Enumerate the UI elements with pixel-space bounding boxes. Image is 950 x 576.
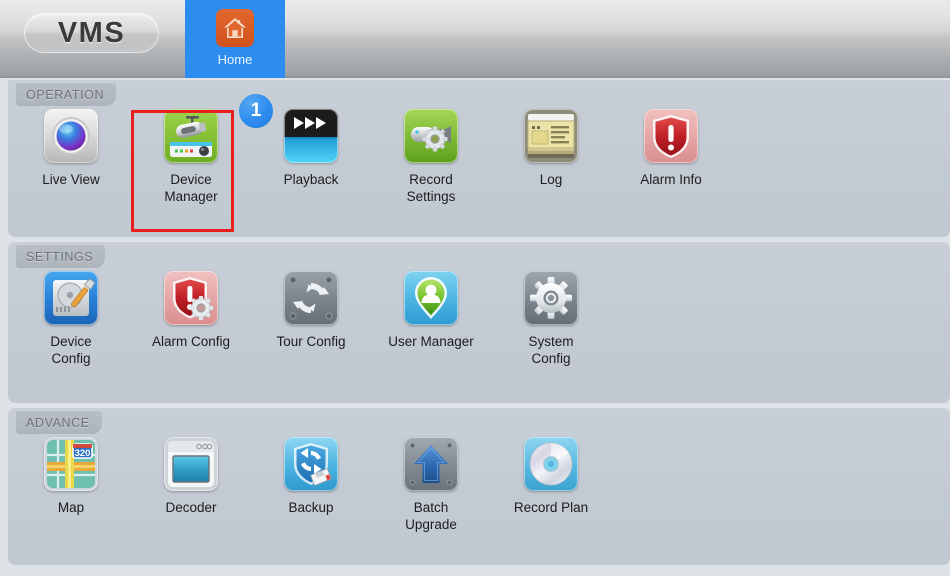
batch-upgrade-icon [404, 437, 458, 491]
app-tile-label: Decoder [165, 499, 216, 516]
app-logo: VMS [24, 13, 159, 53]
backup-icon [284, 437, 338, 491]
app-tile-record-settings[interactable]: Record Settings [376, 109, 486, 205]
app-tile-live-view[interactable]: Live View [16, 109, 126, 188]
app-tile-tour-config[interactable]: Tour Config [256, 271, 366, 350]
app-tile-user-manager[interactable]: User Manager [376, 271, 486, 350]
alarm-config-icon [164, 271, 218, 325]
tab-home-label: Home [218, 52, 253, 67]
app-tile-alarm-config[interactable]: Alarm Config [136, 271, 246, 350]
app-tile-record-plan[interactable]: Record Plan [496, 437, 606, 516]
app-tile-label: Record Plan [514, 499, 588, 516]
app-tile-map[interactable]: 320 Map [16, 437, 126, 516]
decoder-icon [164, 437, 218, 491]
advance-icon-grid: 320 Map [8, 437, 950, 557]
app-tile-system-config[interactable]: System Config [496, 271, 606, 367]
app-tile-label: Device Config [50, 333, 91, 367]
panel-advance: ADVANCE [8, 407, 950, 565]
vms-home-screen: VMS Home OPERATION [0, 0, 950, 576]
app-tile-label: Batch Upgrade [405, 499, 457, 533]
app-tile-label: Map [58, 499, 84, 516]
step-badge-1: 1 [239, 94, 273, 128]
app-tile-alarm-info[interactable]: Alarm Info [616, 109, 726, 188]
record-plan-icon [524, 437, 578, 491]
panel-operation: OPERATION [8, 79, 950, 237]
app-tile-log[interactable]: Log [496, 109, 606, 188]
app-tile-device-manager[interactable]: Device Manager [136, 109, 246, 205]
system-config-icon [524, 271, 578, 325]
app-tile-decoder[interactable]: Decoder [136, 437, 246, 516]
app-tile-batch-upgrade[interactable]: Batch Upgrade [376, 437, 486, 533]
map-icon: 320 [44, 437, 98, 491]
device-config-icon [44, 271, 98, 325]
app-tile-label: Tour Config [276, 333, 345, 350]
app-tile-label: Live View [42, 171, 100, 188]
alarm-info-icon [644, 109, 698, 163]
log-icon [524, 109, 578, 163]
panel-settings: SETTINGS [8, 241, 950, 403]
app-tile-device-config[interactable]: Device Config [16, 271, 126, 367]
tab-home[interactable]: Home [185, 0, 285, 78]
home-icon [216, 9, 254, 47]
settings-icon-grid: Device Config [8, 271, 950, 391]
svg-text:320: 320 [75, 448, 91, 459]
app-tile-label: Device Manager [164, 171, 217, 205]
live-view-icon [44, 109, 98, 163]
section-title-operation: OPERATION [16, 83, 116, 106]
app-tile-label: System Config [528, 333, 573, 367]
app-tile-label: Record Settings [407, 171, 456, 205]
app-tile-label: Alarm Info [640, 171, 702, 188]
device-manager-icon [164, 109, 218, 163]
app-header: VMS Home [0, 0, 950, 78]
app-tile-backup[interactable]: Backup [256, 437, 366, 516]
app-tile-label: User Manager [388, 333, 474, 350]
section-title-settings: SETTINGS [16, 245, 105, 268]
section-title-advance: ADVANCE [16, 411, 102, 434]
app-logo-text: VMS [58, 17, 125, 50]
app-tile-label: Log [540, 171, 563, 188]
app-tile-label: Backup [288, 499, 333, 516]
record-settings-icon [404, 109, 458, 163]
playback-icon [284, 109, 338, 163]
operation-icon-grid: Live View [8, 109, 950, 229]
tour-config-icon [284, 271, 338, 325]
user-manager-icon [404, 271, 458, 325]
app-tile-label: Playback [284, 171, 339, 188]
app-tile-playback[interactable]: Playback [256, 109, 366, 188]
app-tile-label: Alarm Config [152, 333, 230, 350]
